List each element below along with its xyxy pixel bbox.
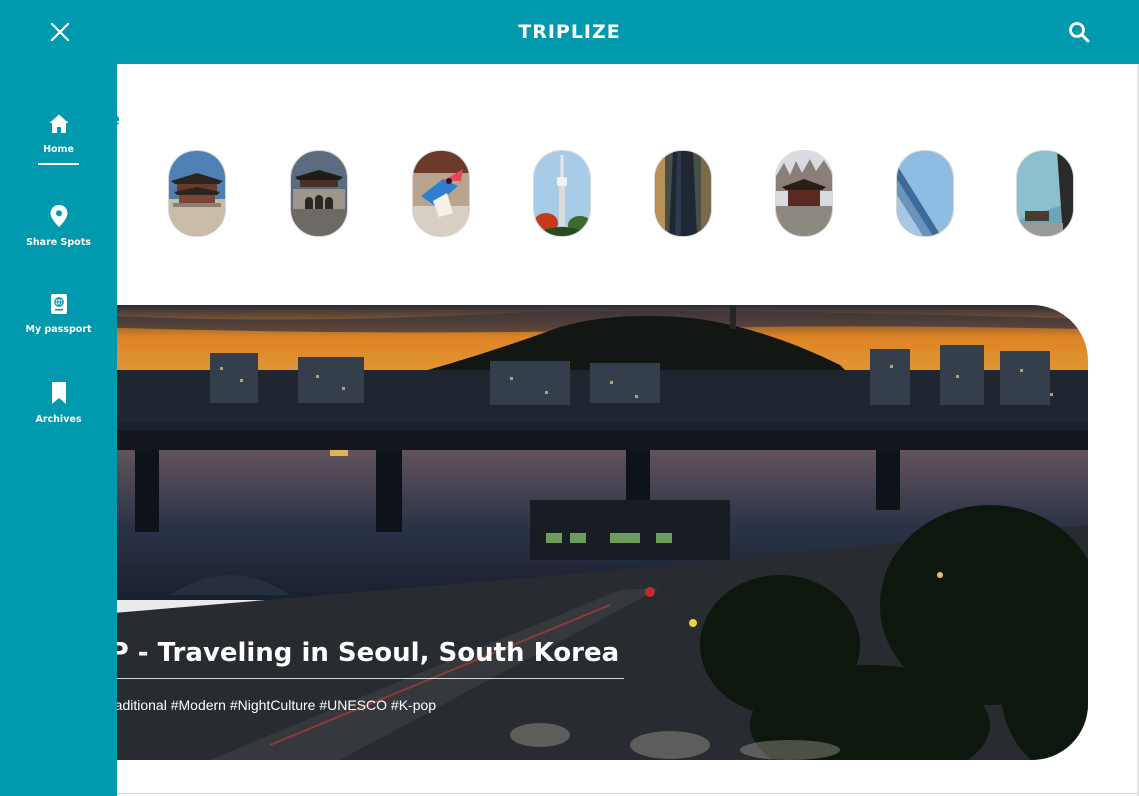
hero-banner[interactable] (90, 305, 1088, 760)
sidebar-item-home[interactable]: Home (0, 113, 117, 165)
hero-title: IP - Traveling in Seoul, South Korea (100, 638, 620, 668)
glass-tower-image (897, 151, 953, 236)
reflection-image (1017, 151, 1073, 236)
dance-image (413, 151, 469, 236)
thumbnail-skyscraper-night[interactable] (654, 150, 712, 237)
sidebar-item-archives[interactable]: Archives (0, 381, 117, 425)
bookmark-icon (51, 382, 66, 404)
active-indicator (38, 163, 79, 165)
hero-tags: raditional #Modern #NightCulture #UNESCO… (110, 697, 437, 713)
thumbnail-traditional-dance[interactable] (412, 150, 470, 237)
top-bar: TRIPLIZE (0, 0, 1139, 64)
passport-icon (50, 294, 67, 314)
app-title: TRIPLIZE (518, 21, 621, 43)
tower-image (534, 151, 590, 236)
sidebar-item-label: Home (43, 144, 74, 155)
thumbnail-glass-tower[interactable] (896, 150, 954, 237)
divider (117, 793, 1139, 794)
location-pin-icon (50, 205, 67, 227)
palace-image (169, 151, 225, 236)
sidebar-item-label: Archives (35, 414, 82, 425)
sidebar-item-label: Share Spots (26, 237, 91, 248)
sidebar-item-share-spots[interactable]: Share Spots (0, 204, 117, 248)
thumbnail-n-seoul-tower[interactable] (533, 150, 591, 237)
thumbnail-gyeongbokgung-palace[interactable] (168, 150, 226, 237)
hero-title-underline (100, 678, 624, 679)
sidebar-item-label: My passport (25, 324, 92, 335)
thumbnail-pavilion-winter[interactable] (775, 150, 833, 237)
sidebar: Home Share Spots My passport Archives (0, 64, 117, 796)
pavilion-image (776, 151, 832, 236)
hero-image (90, 305, 1088, 760)
thumbnail-palace-glass-reflection[interactable] (1016, 150, 1074, 237)
sidebar-item-my-passport[interactable]: My passport (0, 293, 117, 335)
home-icon (49, 114, 68, 133)
skyscraper-image (655, 151, 711, 236)
search-icon (1069, 22, 1090, 43)
search-button[interactable] (1063, 16, 1095, 48)
gate-image (291, 151, 347, 236)
thumbnail-gwanghwamun-gate[interactable] (290, 150, 348, 237)
